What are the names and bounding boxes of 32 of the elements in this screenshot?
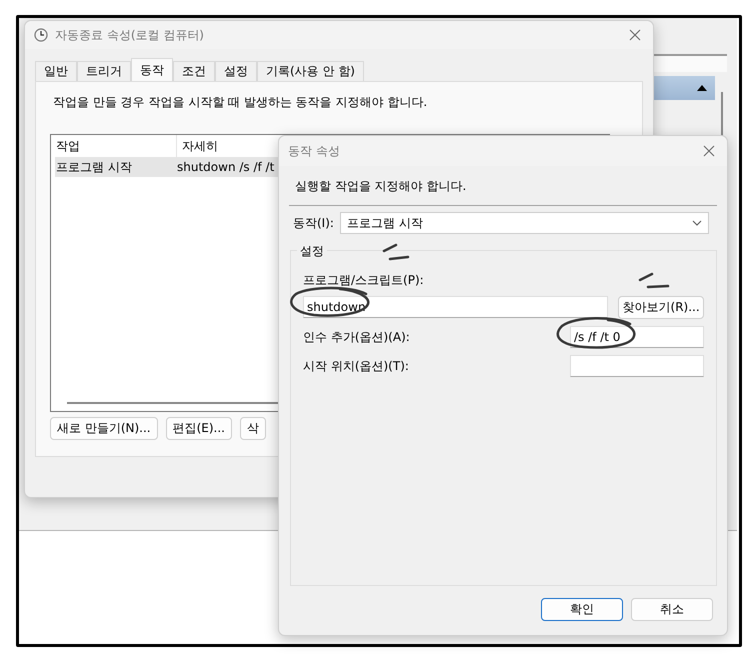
dialog-button[interactable]: 새로 만들기(N)... [50, 417, 158, 440]
field-label: 프로그램/스크립트(P): [303, 272, 425, 289]
dialog-button[interactable]: 편집(E)... [166, 417, 232, 440]
field-label: 시작 위치(옵션)(T): [303, 358, 409, 374]
chevron-down-icon [692, 220, 702, 226]
tab[interactable]: 조건 [173, 61, 215, 81]
window-title: 자동종료 속성(로컬 컴퓨터) [55, 26, 204, 44]
clock-icon [34, 28, 48, 42]
sort-arrow-icon [697, 85, 707, 91]
close-icon[interactable] [703, 145, 715, 157]
action-dropdown[interactable]: 프로그램 시작 [340, 212, 709, 234]
window-title: 동작 속성 [288, 142, 340, 160]
table-cell-text: 프로그램 시작 [55, 158, 133, 176]
browse-button[interactable]: 찾아보기(R)... [618, 296, 704, 319]
tab[interactable]: 설정 [215, 61, 257, 81]
dialog-button[interactable]: 확인 [541, 598, 623, 621]
tab[interactable]: 기록(사용 안 함) [257, 61, 364, 81]
input-field[interactable]: /s /f /t 0 [570, 326, 704, 348]
input-field[interactable]: shutdown [303, 296, 608, 318]
action-label: 동작(I): [293, 214, 334, 232]
tab[interactable]: 트리거 [77, 61, 131, 81]
description-text: 실행할 작업을 지정해야 합니다. [294, 178, 468, 195]
tab[interactable]: 동작 [131, 58, 173, 81]
close-icon[interactable] [629, 29, 641, 41]
tab[interactable]: 일반 [35, 61, 77, 81]
field-label: 인수 추가(옵션)(A): [303, 328, 410, 346]
input-field[interactable] [570, 355, 704, 377]
table-cell-text: shutdown /s /f /t [176, 160, 276, 174]
description-text: 작업을 만들 경우 작업을 시작할 때 발생하는 동작을 지정해야 합니다. [53, 94, 428, 111]
group-title: 설정 [297, 243, 327, 260]
dialog-button[interactable]: 삭 [240, 417, 266, 440]
dialog-button[interactable]: 취소 [631, 598, 713, 621]
